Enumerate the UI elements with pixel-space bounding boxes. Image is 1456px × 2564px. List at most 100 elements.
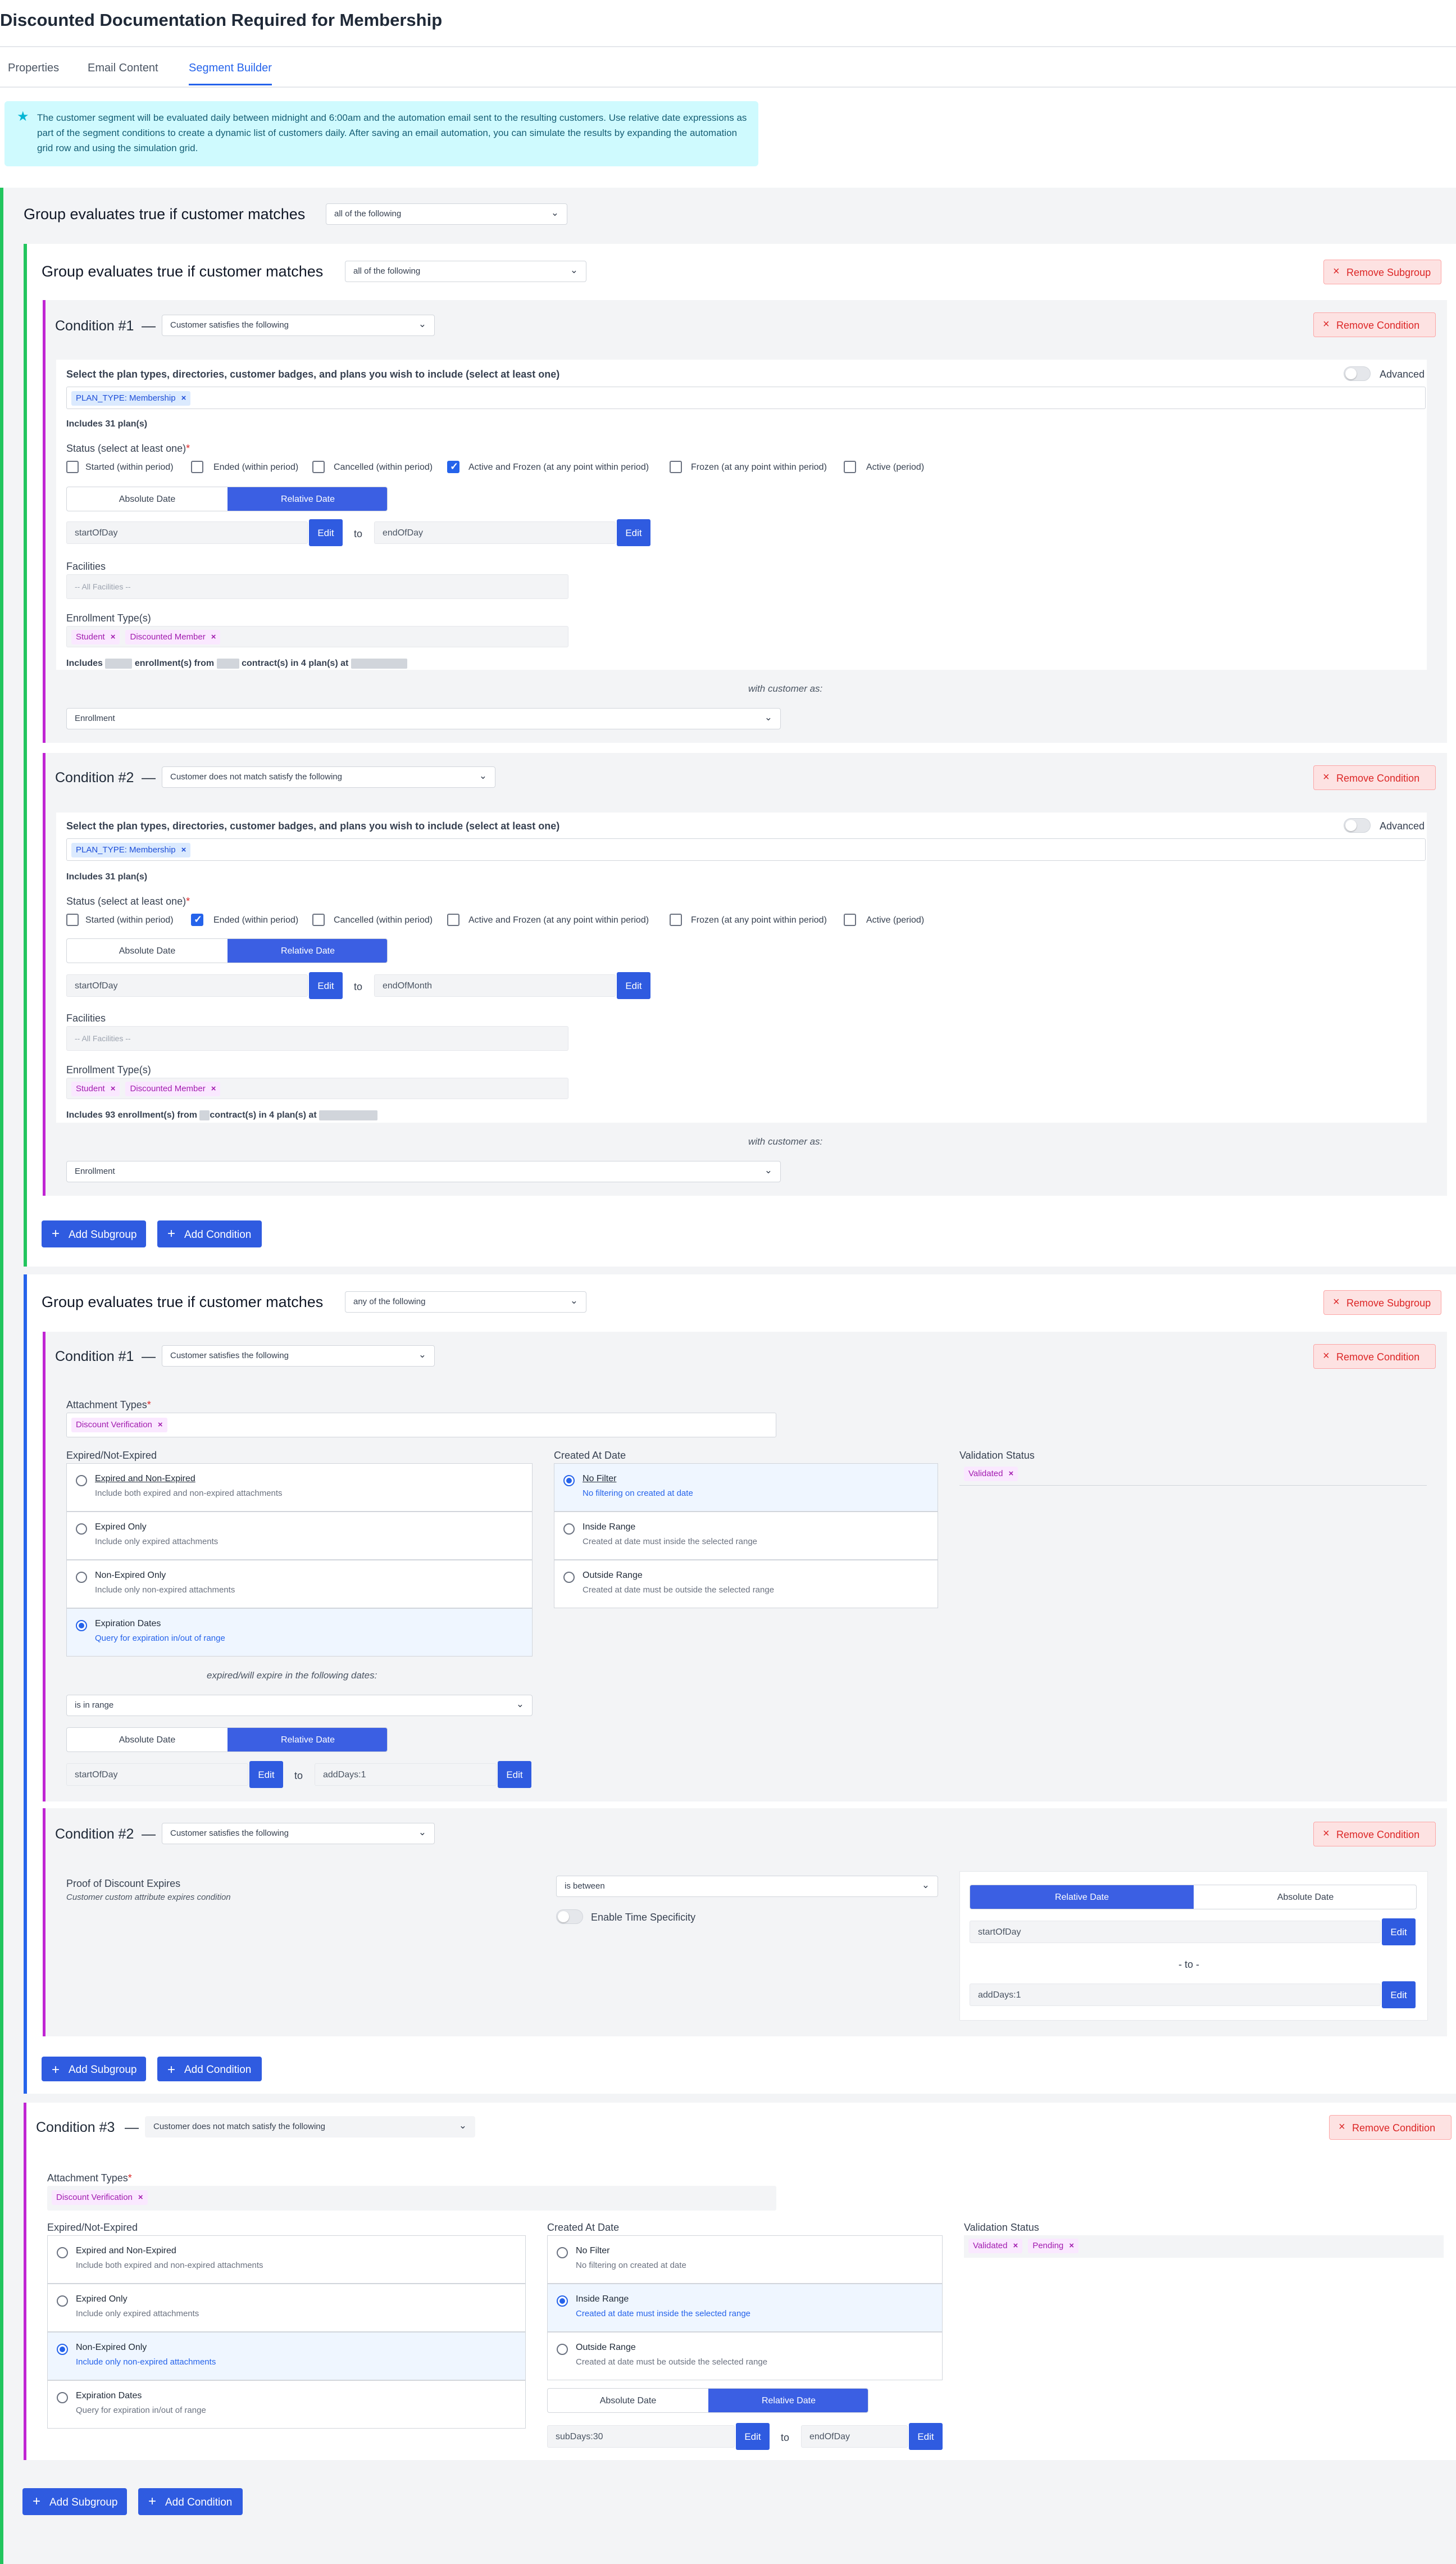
- remove-tag-icon[interactable]: ×: [211, 1084, 216, 1093]
- status-checkbox-started[interactable]: [66, 461, 79, 473]
- remove-subgroup-button[interactable]: × Remove Subgroup: [1323, 260, 1441, 284]
- tab-properties[interactable]: Properties: [8, 62, 59, 75]
- expired-option-dates[interactable]: Expiration Dates Query for expiration in/…: [66, 1608, 533, 1657]
- facilities-select[interactable]: -- All Facilities --: [66, 574, 568, 599]
- created-option-inside[interactable]: Inside Range Created at date must inside …: [554, 1512, 938, 1560]
- end-date-input[interactable]: addDays:1: [970, 1984, 1381, 2006]
- relative-date-tab[interactable]: Relative Date: [228, 487, 387, 511]
- add-condition-button[interactable]: + Add Condition: [157, 1220, 262, 1247]
- remove-tag-icon[interactable]: ×: [181, 845, 186, 855]
- remove-tag-icon[interactable]: ×: [181, 393, 186, 403]
- subgroup-2-match-select[interactable]: any of the following ⌄: [345, 1291, 586, 1313]
- status-checkbox-active[interactable]: [844, 914, 856, 926]
- edit-end-button[interactable]: Edit: [909, 2423, 943, 2450]
- created-option-none[interactable]: No Filter No filtering on created at date: [554, 1463, 938, 1512]
- edit-start-button[interactable]: Edit: [309, 972, 343, 999]
- radio-button[interactable]: [76, 1572, 87, 1583]
- radio-button[interactable]: [557, 2247, 568, 2258]
- customer-as-select[interactable]: Enrollment ⌄: [66, 1161, 781, 1182]
- tab-email-content[interactable]: Email Content: [88, 62, 158, 75]
- edit-end-button[interactable]: Edit: [1382, 1981, 1416, 2008]
- radio-button[interactable]: [563, 1475, 575, 1486]
- expired-option-non-expired[interactable]: Non-Expired Only Include only non-expired…: [47, 2332, 526, 2380]
- condition-type-select[interactable]: Customer does not match satisfy the foll…: [145, 2116, 475, 2138]
- end-date-input[interactable]: endOfDay: [374, 521, 616, 544]
- remove-tag-icon[interactable]: ×: [158, 1420, 163, 1430]
- tab-segment-builder[interactable]: Segment Builder: [189, 62, 272, 85]
- start-date-input[interactable]: startOfDay: [970, 1921, 1381, 1943]
- created-option-outside[interactable]: Outside Range Created at date must be out…: [547, 2332, 943, 2380]
- subgroup-1-match-select[interactable]: all of the following ⌄: [345, 261, 586, 282]
- status-checkbox-cancelled[interactable]: [312, 461, 325, 473]
- absolute-date-tab[interactable]: Absolute Date: [67, 1728, 228, 1751]
- advanced-toggle[interactable]: [1344, 818, 1371, 833]
- validation-input[interactable]: Validated ×: [959, 1463, 1427, 1486]
- plan-tag-input[interactable]: PLAN_TYPE: Membership ×: [66, 838, 1426, 861]
- edit-end-button[interactable]: Edit: [617, 519, 650, 546]
- radio-button[interactable]: [76, 1620, 87, 1631]
- expired-option-expired[interactable]: Expired Only Include only expired attachm…: [66, 1512, 533, 1560]
- enrollment-types-input[interactable]: Student × Discounted Member ×: [66, 1078, 568, 1099]
- status-checkbox-active-frozen[interactable]: [447, 914, 459, 926]
- radio-button[interactable]: [563, 1572, 575, 1583]
- remove-condition-button[interactable]: × Remove Condition: [1313, 765, 1436, 790]
- expired-option-both[interactable]: Expired and Non-Expired Include both expi…: [66, 1463, 533, 1512]
- created-option-inside[interactable]: Inside Range Created at date must inside …: [547, 2284, 943, 2332]
- remove-condition-button[interactable]: × Remove Condition: [1313, 312, 1436, 337]
- status-checkbox-active-frozen[interactable]: [447, 461, 459, 473]
- relative-date-tab[interactable]: Relative Date: [970, 1885, 1194, 1909]
- remove-condition-button[interactable]: × Remove Condition: [1313, 1344, 1436, 1369]
- condition-type-select[interactable]: Customer satisfies the following ⌄: [162, 315, 435, 336]
- add-subgroup-button[interactable]: + Add Subgroup: [42, 2057, 146, 2081]
- start-date-input[interactable]: startOfDay: [66, 974, 308, 997]
- condition-type-select[interactable]: Customer does not match satisfy the foll…: [162, 766, 495, 788]
- remove-tag-icon[interactable]: ×: [211, 632, 216, 642]
- customer-as-select[interactable]: Enrollment ⌄: [66, 708, 781, 729]
- expired-option-non-expired[interactable]: Non-Expired Only Include only non-expired…: [66, 1560, 533, 1608]
- add-condition-button[interactable]: + Add Condition: [157, 2057, 262, 2081]
- condition-type-select[interactable]: Customer satisfies the following ⌄: [162, 1345, 435, 1367]
- start-date-input[interactable]: startOfDay: [66, 1763, 248, 1786]
- edit-end-button[interactable]: Edit: [617, 972, 650, 999]
- range-type-select[interactable]: is in range ⌄: [66, 1695, 533, 1716]
- status-checkbox-active[interactable]: [844, 461, 856, 473]
- status-checkbox-frozen[interactable]: [670, 914, 682, 926]
- add-subgroup-button[interactable]: + Add Subgroup: [42, 1220, 146, 1247]
- expired-option-dates[interactable]: Expiration Dates Query for expiration in/…: [47, 2380, 526, 2429]
- radio-button[interactable]: [557, 2344, 568, 2355]
- add-condition-button[interactable]: + Add Condition: [138, 2488, 243, 2515]
- radio-button[interactable]: [76, 1523, 87, 1535]
- end-date-input[interactable]: addDays:1: [315, 1763, 497, 1786]
- status-checkbox-started[interactable]: [66, 914, 79, 926]
- absolute-date-tab[interactable]: Absolute Date: [67, 939, 228, 963]
- edit-end-button[interactable]: Edit: [498, 1761, 531, 1788]
- start-date-input[interactable]: startOfDay: [66, 521, 308, 544]
- radio-button[interactable]: [76, 1475, 87, 1486]
- status-checkbox-frozen[interactable]: [670, 461, 682, 473]
- radio-button[interactable]: [57, 2344, 68, 2355]
- condition-type-select[interactable]: Customer satisfies the following ⌄: [162, 1823, 435, 1844]
- remove-tag-icon[interactable]: ×: [1013, 2241, 1018, 2250]
- absolute-date-tab[interactable]: Absolute Date: [67, 487, 228, 511]
- edit-start-button[interactable]: Edit: [736, 2423, 770, 2450]
- validation-input[interactable]: Validated × Pending ×: [964, 2235, 1444, 2258]
- remove-condition-button[interactable]: × Remove Condition: [1313, 1822, 1436, 1846]
- edit-start-button[interactable]: Edit: [309, 519, 343, 546]
- plan-tag-input[interactable]: PLAN_TYPE: Membership ×: [66, 387, 1426, 409]
- relative-date-tab[interactable]: Relative Date: [228, 939, 387, 963]
- remove-tag-icon[interactable]: ×: [1008, 1469, 1013, 1478]
- radio-button[interactable]: [557, 2295, 568, 2307]
- remove-condition-button[interactable]: × Remove Condition: [1329, 2115, 1452, 2140]
- end-date-input[interactable]: endOfMonth: [374, 974, 616, 997]
- relative-date-tab[interactable]: Relative Date: [228, 1728, 387, 1751]
- proof-operator-select[interactable]: is between ⌄: [556, 1876, 938, 1897]
- time-specificity-toggle[interactable]: [556, 1909, 583, 1924]
- remove-subgroup-button[interactable]: × Remove Subgroup: [1323, 1290, 1441, 1315]
- remove-tag-icon[interactable]: ×: [111, 1084, 116, 1093]
- remove-tag-icon[interactable]: ×: [138, 2193, 143, 2202]
- expired-option-expired[interactable]: Expired Only Include only expired attachm…: [47, 2284, 526, 2332]
- edit-start-button[interactable]: Edit: [249, 1761, 283, 1788]
- end-date-input[interactable]: endOfDay: [801, 2425, 908, 2448]
- facilities-select[interactable]: -- All Facilities --: [66, 1026, 568, 1051]
- edit-start-button[interactable]: Edit: [1382, 1918, 1416, 1945]
